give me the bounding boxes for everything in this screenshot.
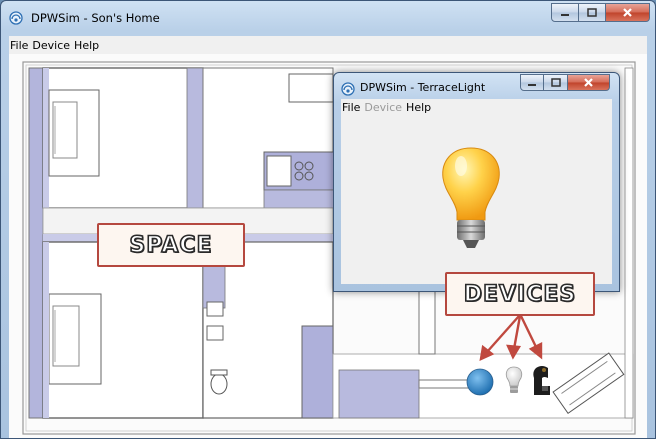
app-icon <box>9 11 23 25</box>
device-window: DPWSim - TerraceLight File Device Help <box>333 72 620 292</box>
app-icon <box>341 82 355 96</box>
device-menubar: File Device Help <box>341 99 612 116</box>
menu-help[interactable]: Help <box>73 39 102 52</box>
device-minimize-button[interactable] <box>520 74 544 91</box>
main-menubar: File Device Help <box>9 36 647 54</box>
device-window-title: DPWSim - TerraceLight <box>360 81 486 94</box>
blue-sphere-device-icon[interactable] <box>465 367 495 397</box>
minimize-button[interactable] <box>551 3 579 22</box>
space-callout: SPACE <box>97 223 245 267</box>
maximize-icon <box>587 8 597 17</box>
device-view <box>341 116 612 284</box>
close-button[interactable] <box>606 3 650 22</box>
main-window-title: DPWSim - Son's Home <box>31 11 160 25</box>
menu-device: Device <box>364 101 403 114</box>
minimize-icon <box>528 83 536 86</box>
coffee-machine-icon[interactable] <box>530 364 554 398</box>
device-maximize-button[interactable] <box>544 74 568 91</box>
device-close-button[interactable] <box>568 74 610 91</box>
space-label: SPACE <box>129 232 213 259</box>
maximize-icon <box>550 78 561 87</box>
main-caption-buttons <box>551 3 650 22</box>
menu-help[interactable]: Help <box>405 101 434 114</box>
devices-label: DEVICES <box>463 281 577 308</box>
close-icon <box>584 78 593 87</box>
device-caption-buttons <box>520 74 610 91</box>
light-bulb-on-icon[interactable] <box>439 146 503 252</box>
menu-file[interactable]: File <box>9 39 31 52</box>
minimize-icon <box>561 13 569 16</box>
device-titlebar[interactable]: DPWSim - TerraceLight <box>334 73 619 99</box>
maximize-button[interactable] <box>579 3 606 22</box>
light-bulb-off-icon[interactable] <box>504 365 524 397</box>
main-titlebar[interactable]: DPWSim - Son's Home <box>1 1 655 35</box>
close-icon <box>623 8 632 17</box>
devices-callout: DEVICES <box>445 272 595 316</box>
menu-device[interactable]: Device <box>31 39 73 52</box>
menu-file[interactable]: File <box>341 101 363 114</box>
